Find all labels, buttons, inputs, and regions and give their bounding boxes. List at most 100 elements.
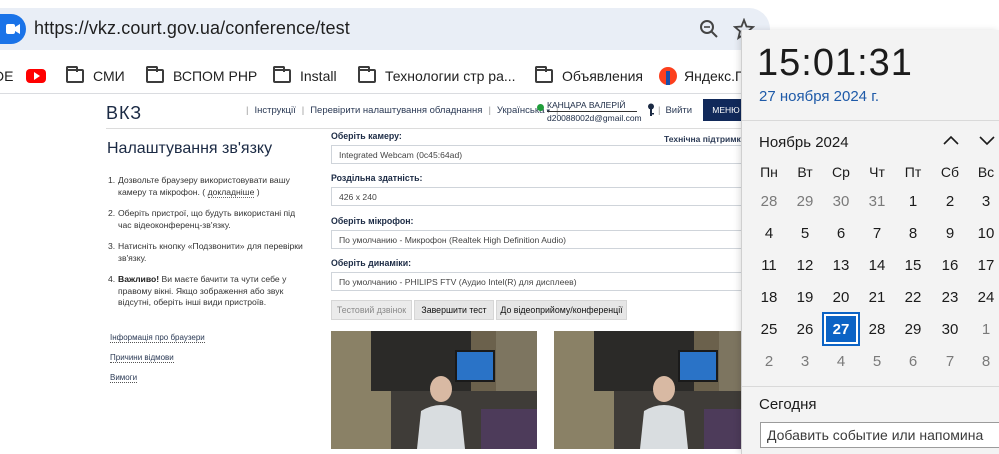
calendar-day[interactable]: 7	[859, 217, 895, 249]
zoom-icon[interactable]	[698, 18, 720, 40]
calendar-day[interactable]: 20	[823, 281, 859, 313]
list-item: 3. Натисніть кнопку «Подзвонити» для пере…	[108, 241, 303, 263]
bookmark-folder[interactable]: Install	[273, 63, 337, 89]
calendar-day[interactable]: 16	[932, 249, 968, 281]
site-logo[interactable]: ВКЗ	[106, 103, 142, 124]
folder-icon	[535, 66, 553, 83]
calendar-day[interactable]: 31	[859, 185, 895, 217]
divider	[742, 386, 999, 387]
test-call-button[interactable]: Тестовий дзвінок	[331, 300, 412, 320]
end-test-button[interactable]: Завершити тест	[414, 300, 494, 320]
page-title: Налаштування зв'язку	[107, 140, 273, 157]
calendar-flyout: 15:01:31 27 ноября 2024 г. Ноябрь 2024 П…	[741, 30, 999, 454]
chevron-down-icon[interactable]	[978, 133, 996, 147]
calendar-day[interactable]: 4	[823, 345, 859, 377]
calendar-day[interactable]: 12	[787, 249, 823, 281]
resolution-label: Роздільна здатність:	[331, 173, 423, 183]
list-item: 4. Важливо! Ви маєте бачити та чути себе …	[108, 274, 287, 307]
calendar-day[interactable]: 23	[932, 281, 968, 313]
instructions-list: 1. Дозвольте браузеру використовувати ваш…	[108, 175, 308, 319]
camera-select[interactable]: Integrated Webcam (0c45:64ad)	[331, 145, 751, 164]
calendar-day[interactable]: 26	[787, 313, 823, 345]
nav-instructions[interactable]: Інструкції	[254, 105, 295, 116]
clock-time: 15:01:31	[757, 42, 913, 84]
calendar-day[interactable]: 5	[787, 217, 823, 249]
list-item: 1. Дозвольте браузеру використовувати ваш…	[108, 175, 290, 198]
calendar-day[interactable]: 28	[859, 313, 895, 345]
calendar-day[interactable]: 1	[895, 185, 931, 217]
folder-icon	[273, 66, 291, 83]
folder-icon	[66, 66, 84, 83]
remote-video-preview	[554, 331, 760, 449]
calendar-day[interactable]: 14	[859, 249, 895, 281]
youtube-icon	[26, 69, 46, 83]
divider	[742, 120, 999, 121]
calendar-day[interactable]: 2	[932, 185, 968, 217]
weekday-label: Сб	[940, 164, 960, 180]
microphone-label: Оберіть мікрофон:	[331, 216, 414, 226]
calendar-day[interactable]: 6	[823, 217, 859, 249]
more-link[interactable]: докладніше	[207, 186, 255, 198]
resolution-select[interactable]: 426 x 240	[331, 187, 751, 206]
calendar-day-today[interactable]: 27	[822, 312, 860, 346]
top-nav: | Інструкції | Перевірити налаштування о…	[246, 105, 559, 116]
calendar-day[interactable]: 24	[968, 281, 999, 313]
support-link[interactable]: Технічна підтримка	[664, 134, 746, 144]
weekday-label: Вт	[797, 164, 813, 180]
calendar-day[interactable]: 29	[895, 313, 931, 345]
calendar-day[interactable]: 4	[751, 217, 787, 249]
exit-link[interactable]: Вийти	[665, 105, 692, 116]
online-status-icon	[537, 104, 544, 111]
calendar-day[interactable]: 3	[787, 345, 823, 377]
nav-check-settings[interactable]: Перевірити налаштування обладнання	[310, 105, 482, 116]
calendar-day[interactable]: 30	[932, 313, 968, 345]
microphone-select[interactable]: По умолчанию - Микрофон (Realtek High De…	[331, 230, 751, 249]
clock-date[interactable]: 27 ноября 2024 г.	[759, 88, 879, 105]
folder-icon	[358, 66, 376, 83]
month-title[interactable]: Ноябрь 2024	[759, 134, 849, 151]
calendar-day[interactable]: 15	[895, 249, 931, 281]
bookmark-item[interactable]: DE	[0, 63, 13, 89]
calendar-day[interactable]: 2	[751, 345, 787, 377]
speakers-select[interactable]: По умолчанию - PHILIPS FTV (Аудио Intel(…	[331, 272, 751, 291]
chevron-up-icon[interactable]	[942, 133, 960, 147]
weekday-label: Пн	[760, 164, 778, 180]
calendar-day[interactable]: 18	[751, 281, 787, 313]
calendar-day[interactable]: 29	[787, 185, 823, 217]
browser-info-link[interactable]: Інформація про браузери	[110, 333, 205, 343]
calendar-day[interactable]: 8	[895, 217, 931, 249]
url-text[interactable]: https://vkz.court.gov.ua/conference/test	[34, 18, 350, 39]
calendar-day[interactable]: 5	[859, 345, 895, 377]
speakers-label: Оберіть динаміки:	[331, 258, 412, 268]
add-event-input[interactable]: Добавить событие или напомина	[760, 422, 999, 448]
bookmark-folder[interactable]: Объявления	[535, 63, 643, 89]
bookmark-yandex[interactable]: Яндекс.П	[659, 63, 745, 89]
calendar-day[interactable]: 28	[751, 185, 787, 217]
calendar-day[interactable]: 13	[823, 249, 859, 281]
calendar-day[interactable]: 25	[751, 313, 787, 345]
key-icon[interactable]	[647, 103, 655, 117]
calendar-day[interactable]: 3	[968, 185, 999, 217]
calendar-day[interactable]: 22	[895, 281, 931, 313]
bookmark-folder[interactable]: СМИ	[66, 63, 125, 89]
weekday-label: Чт	[869, 164, 885, 180]
web-page: ВКЗ | Інструкції | Перевірити налаштуван…	[0, 95, 760, 454]
calendar-day[interactable]: 10	[968, 217, 999, 249]
calendar-day[interactable]: 8	[968, 345, 999, 377]
calendar-day[interactable]: 30	[823, 185, 859, 217]
bookmark-folder[interactable]: ВСПОМ PHP	[146, 63, 257, 89]
requirements-link[interactable]: Вимоги	[110, 373, 138, 383]
calendar-day[interactable]: 11	[751, 249, 787, 281]
bookmark-folder[interactable]: Технологии стр ра...	[358, 63, 516, 89]
calendar-day[interactable]: 6	[895, 345, 931, 377]
calendar-day[interactable]: 17	[968, 249, 999, 281]
user-email: d20088002d@gmail.com	[547, 113, 642, 123]
decline-reasons-link[interactable]: Причини відмови	[110, 353, 174, 363]
bookmark-youtube[interactable]	[26, 63, 46, 89]
to-conference-button[interactable]: До відеоприйому/конференції	[496, 300, 627, 320]
calendar-day[interactable]: 7	[932, 345, 968, 377]
calendar-day[interactable]: 19	[787, 281, 823, 313]
calendar-day[interactable]: 1	[968, 313, 999, 345]
calendar-day[interactable]: 9	[932, 217, 968, 249]
calendar-day[interactable]: 21	[859, 281, 895, 313]
